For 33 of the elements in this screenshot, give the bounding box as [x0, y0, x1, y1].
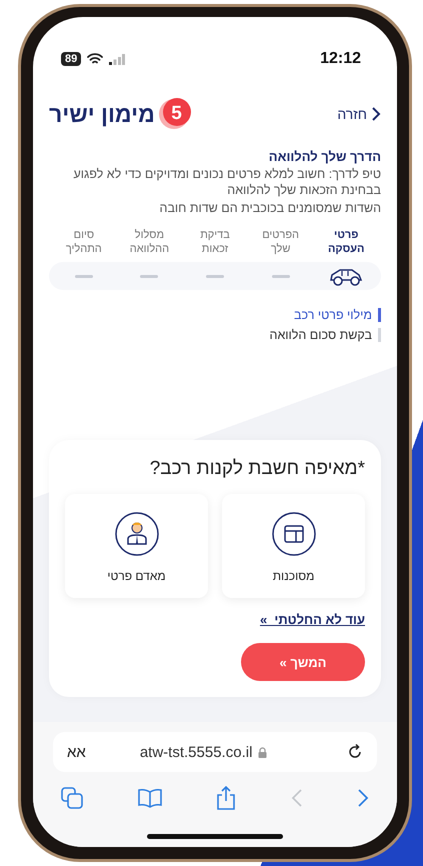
next-button[interactable]: המשך »: [241, 643, 365, 682]
logo-text: מימון ישיר: [49, 100, 155, 128]
option-card[interactable]: מאדם פרטי: [65, 494, 208, 598]
person-icon: [114, 511, 160, 558]
logo-number: 5: [171, 103, 182, 125]
section-title: הדרך שלך להלוואה: [268, 149, 381, 164]
option-card[interactable]: מסוכנות: [222, 494, 365, 598]
required-note: השדות שמסומנים בכוכבית הם שדות חובה: [158, 201, 381, 217]
sub-step-label: בקשת סכום הלוואה: [270, 328, 372, 342]
forward-icon[interactable]: [357, 788, 369, 808]
back-button[interactable]: חזרה: [337, 106, 381, 122]
wifi-icon: [87, 53, 104, 65]
logo-icon: [158, 97, 193, 131]
bookmarks-icon[interactable]: [138, 788, 162, 808]
store-icon: [270, 511, 316, 558]
tip-text: טיפ לדרך: חשוב למלא פרטים נכונים ומדויקים כדי לא לפגוע בבחינת הזכאות שלך להלוואה: [72, 167, 381, 198]
signal-icon: [109, 54, 126, 64]
tabs-icon[interactable]: [61, 787, 83, 809]
step-label: פרטי העסקה: [328, 228, 364, 256]
undecided-link[interactable]: עוד לא החלטתי »: [260, 612, 365, 628]
step-label: סיום התהליך: [66, 228, 102, 256]
step-label: מסלול ההלוואה: [130, 228, 170, 256]
status-time: 12:12: [320, 50, 361, 68]
step-label: בדיקת זכאות: [200, 228, 230, 256]
lock-icon: [258, 746, 268, 758]
sub-step-label: מילוי פרטי רכב: [294, 308, 372, 322]
share-icon[interactable]: [216, 786, 236, 810]
question-title: *מאיפה חשבת לקנות רכב?: [148, 458, 365, 480]
step-label: הפרטים שלך: [262, 228, 300, 256]
url-text: atw-tst.5555.co.il: [140, 744, 252, 760]
chevron-icon: [371, 106, 381, 122]
text-size-button[interactable]: אא: [67, 744, 86, 760]
battery-level: 89: [61, 52, 82, 66]
